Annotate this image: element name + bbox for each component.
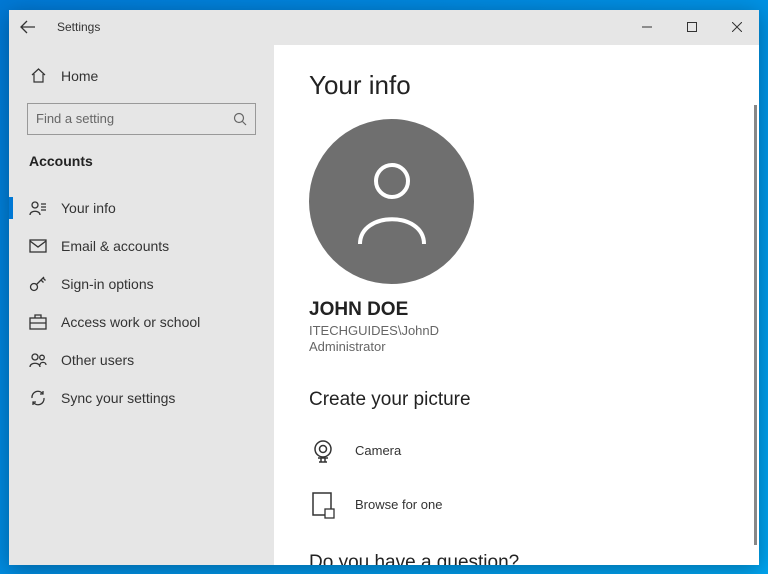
close-button[interactable] (714, 10, 759, 45)
nav-item-access-work-or-school[interactable]: Access work or school (9, 303, 274, 341)
user-role: Administrator (309, 339, 719, 354)
nav-item-label: Other users (61, 352, 134, 368)
nav-list: Your info Email & accounts Sign-in options… (9, 189, 274, 417)
camera-option[interactable]: Camera (309, 429, 719, 473)
search-icon (233, 112, 247, 126)
sidebar-section-label: Accounts (9, 153, 274, 181)
browse-label: Browse for one (355, 497, 442, 512)
create-picture-heading: Create your picture (309, 389, 719, 411)
app-title: Settings (57, 20, 100, 34)
search-input[interactable] (36, 111, 233, 126)
browse-option[interactable]: Browse for one (309, 483, 719, 527)
key-icon (29, 275, 47, 293)
maximize-icon (687, 22, 697, 32)
scrollbar[interactable] (754, 105, 757, 545)
nav-item-label: Your info (61, 200, 116, 216)
sidebar: Home Accounts Your info Email & accounts S… (9, 45, 274, 565)
maximize-button[interactable] (669, 10, 714, 45)
nav-item-label: Email & accounts (61, 238, 169, 254)
nav-item-label: Sync your settings (61, 390, 175, 406)
nav-item-other-users[interactable]: Other users (9, 341, 274, 379)
settings-window: Settings Home (9, 10, 759, 565)
page-title: Your info (309, 70, 719, 101)
titlebar: Settings (9, 10, 759, 45)
user-domain: ITECHGUIDES\JohnD (309, 323, 719, 338)
briefcase-icon (29, 313, 47, 331)
nav-item-label: Sign-in options (61, 276, 154, 292)
user-name: JOHN DOE (309, 299, 719, 321)
back-arrow-icon (20, 19, 36, 35)
minimize-button[interactable] (624, 10, 669, 45)
people-icon (29, 351, 47, 369)
camera-icon (309, 437, 337, 465)
back-button[interactable] (17, 16, 39, 38)
sync-icon (29, 389, 47, 407)
camera-label: Camera (355, 443, 401, 458)
search-box[interactable] (27, 103, 256, 135)
avatar (309, 119, 474, 284)
window-body: Home Accounts Your info Email & accounts S… (9, 45, 759, 565)
home-button[interactable]: Home (9, 59, 274, 93)
nav-item-sign-in-options[interactable]: Sign-in options (9, 265, 274, 303)
user-badge-icon (29, 199, 47, 217)
nav-item-email-accounts[interactable]: Email & accounts (9, 227, 274, 265)
home-label: Home (61, 68, 98, 84)
content-pane[interactable]: Your info JOHN DOE ITECHGUIDES\JohnD Adm… (274, 45, 759, 565)
question-heading: Do you have a question? (309, 552, 719, 565)
browse-icon (309, 491, 337, 519)
close-icon (732, 22, 742, 32)
person-icon (352, 156, 432, 246)
nav-item-label: Access work or school (61, 314, 200, 330)
nav-item-your-info[interactable]: Your info (9, 189, 274, 227)
window-controls (624, 10, 759, 45)
home-icon (29, 67, 47, 85)
nav-item-sync-your-settings[interactable]: Sync your settings (9, 379, 274, 417)
minimize-icon (642, 22, 652, 32)
mail-icon (29, 237, 47, 255)
titlebar-left: Settings (17, 16, 100, 38)
